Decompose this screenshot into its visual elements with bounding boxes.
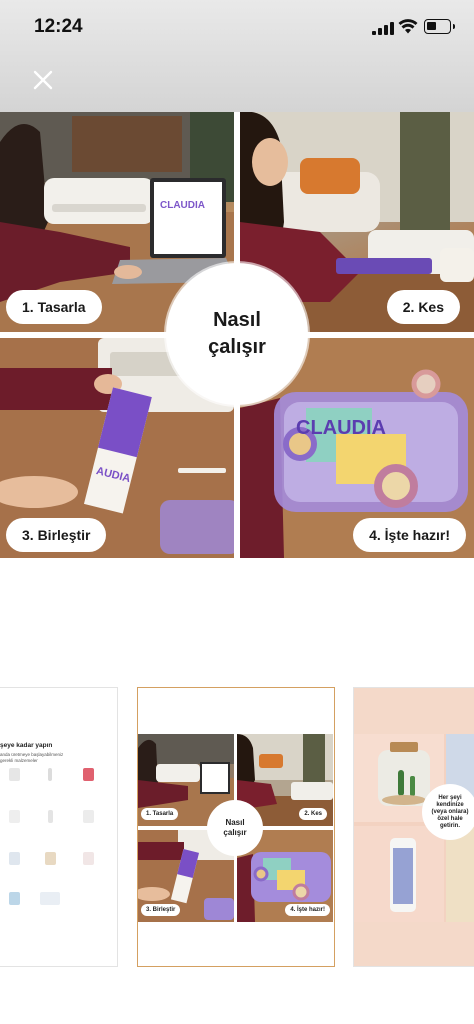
thumbnail-title: şeye kadar yapın [0,742,53,749]
close-icon[interactable] [27,64,59,96]
thumbnail-supplies[interactable]: şeye kadar yapın anda üretmeye başlayabi… [0,687,118,967]
thumb-step-assemble: 3. Birleştir [141,904,181,916]
step-label-cut: 2. Kes [386,290,460,324]
step-label-assemble: 3. Birleştir [6,518,107,552]
svg-text:CLAUDIA: CLAUDIA [296,417,386,439]
personalize-badge: Her şeyi kendinize (veya onlara) özel ha… [422,784,474,840]
thumbnail-subtitle: anda üretmeye başlayabilmeniz gerekli ma… [0,752,64,763]
status-time: 12:24 [34,16,83,37]
thumb-step-ready: 4. İşte hazır! [285,904,330,916]
thumbnail-collage: 1. Tasarla 2. Kes 3. Birleştir 4. İşte h… [138,734,333,922]
thumb-badge: Nasıl çalışır [207,800,263,856]
badge-line-2: çalışır [208,336,266,358]
thumb-step-design: 1. Tasarla [141,808,179,820]
thumbnail-how-it-works[interactable]: 1. Tasarla 2. Kes 3. Birleştir 4. İşte h… [137,687,335,967]
svg-text:CLAUDIA: CLAUDIA [160,200,205,211]
thumb-step-cut: 2. Kes [299,808,327,820]
how-it-works-image[interactable]: CLAUDIA AUDIA CLAUDIA 1. Tasarla 2. Kes … [0,112,474,558]
step-label-ready: 4. İşte hazır! [353,518,466,552]
badge-line-1: Nasıl [213,309,261,331]
battery-icon [424,19,455,34]
how-it-works-badge: Nasıl çalışır [166,263,308,405]
wifi-icon [398,19,418,34]
thumbnail-personalize[interactable]: Her şeyi kendinize (veya onlara) özel ha… [353,687,474,967]
step-label-design: 1. Tasarla [6,290,102,324]
cellular-signal-icon [372,22,394,35]
